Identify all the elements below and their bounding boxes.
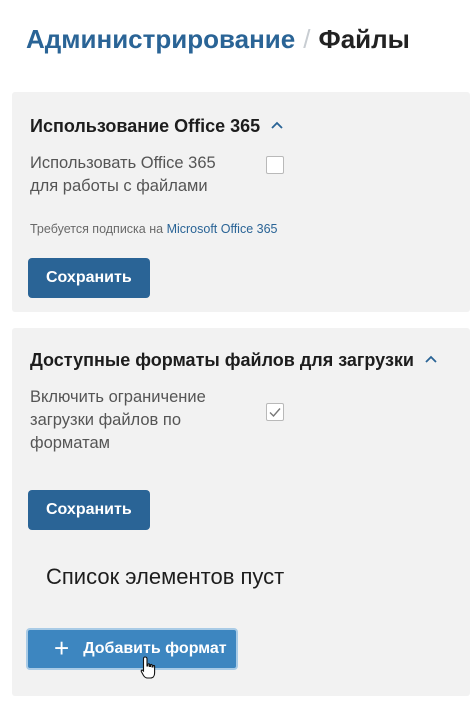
formats-section-header[interactable]: Доступные форматы файлов для загрузки bbox=[30, 350, 437, 371]
empty-list-message: Список элементов пуст bbox=[46, 564, 285, 589]
subscription-note: Требуется подписка на Microsoft Office 3… bbox=[30, 222, 278, 236]
file-formats-section: Доступные форматы файлов для загрузки Вк… bbox=[12, 328, 470, 696]
checkmark-icon bbox=[269, 408, 281, 418]
page-title: Файлы bbox=[318, 24, 410, 54]
formats-section-title: Доступные форматы файлов для загрузки bbox=[30, 350, 414, 370]
office-option-label: Использовать Office 365 для работы с фай… bbox=[30, 154, 216, 195]
formats-option-label: Включить ограничение загрузки файлов по … bbox=[30, 388, 206, 452]
breadcrumb-admin-link[interactable]: Администрирование bbox=[26, 24, 295, 54]
office-365-link[interactable]: Microsoft Office 365 bbox=[167, 222, 278, 236]
office-section-title: Использование Office 365 bbox=[30, 116, 261, 136]
office-365-section: Использование Office 365 Использовать Of… bbox=[12, 92, 470, 312]
chevron-up-icon[interactable] bbox=[425, 355, 437, 363]
subscription-note-text: Требуется подписка на bbox=[30, 222, 164, 236]
formats-restrict-checkbox[interactable] bbox=[266, 403, 284, 421]
breadcrumb: Администрирование / Файлы bbox=[26, 24, 410, 55]
chevron-up-icon[interactable] bbox=[271, 121, 283, 129]
save-office-button[interactable]: Сохранить bbox=[28, 258, 150, 298]
breadcrumb-separator: / bbox=[303, 24, 311, 54]
office-enable-checkbox[interactable] bbox=[266, 156, 284, 174]
hand-cursor-icon bbox=[140, 656, 156, 679]
save-formats-button[interactable]: Сохранить bbox=[28, 490, 150, 530]
plus-icon: + bbox=[54, 633, 70, 663]
add-format-button[interactable]: + Добавить формат bbox=[26, 628, 238, 670]
office-section-header[interactable]: Использование Office 365 bbox=[30, 116, 283, 137]
